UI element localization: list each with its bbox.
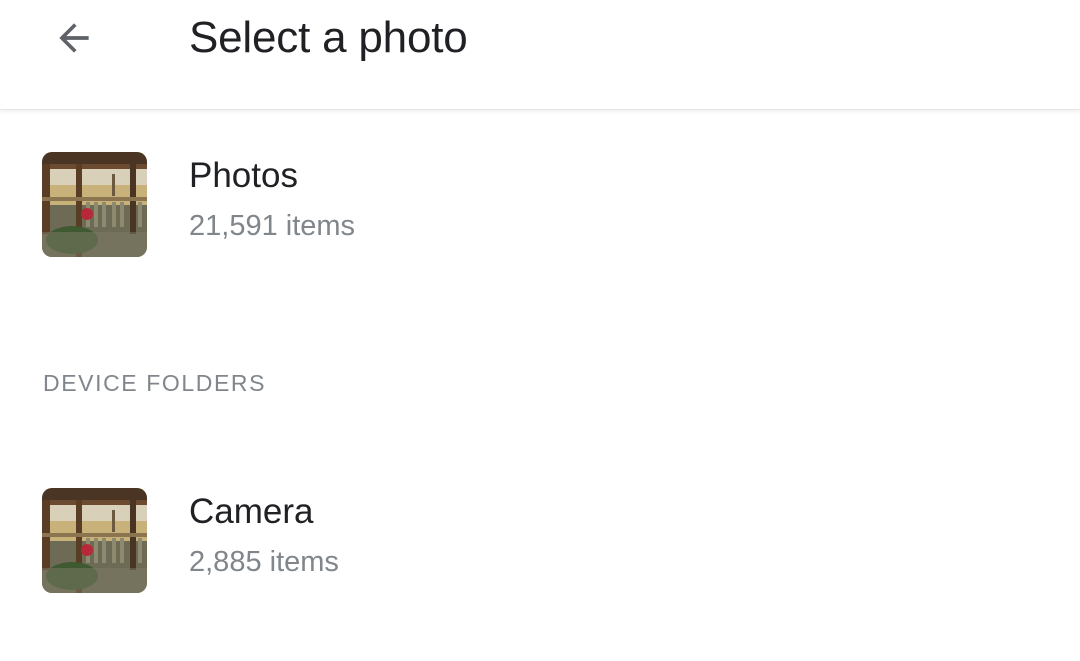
section-header-device-folders: DEVICE FOLDERS bbox=[43, 370, 267, 396]
folder-row-camera[interactable]: Camera 2,885 items bbox=[0, 470, 1080, 610]
album-row-photos[interactable]: Photos 21,591 items bbox=[0, 134, 1080, 274]
folder-item-count: 2,885 items bbox=[189, 546, 339, 578]
top-app-bar: Select a photo bbox=[0, 0, 1080, 110]
album-name: Photos bbox=[189, 156, 298, 195]
arrow-back-icon bbox=[59, 23, 89, 53]
album-item-count: 21,591 items bbox=[189, 210, 356, 242]
porch-photo-thumbnail bbox=[42, 152, 147, 257]
page-title: Select a photo bbox=[189, 13, 468, 62]
porch-photo-thumbnail bbox=[42, 488, 147, 593]
back-button[interactable] bbox=[34, 0, 114, 76]
folder-name: Camera bbox=[189, 492, 314, 531]
photo-picker-screen: Select a photo Photos 21,591 items DEVIC… bbox=[0, 0, 1080, 661]
